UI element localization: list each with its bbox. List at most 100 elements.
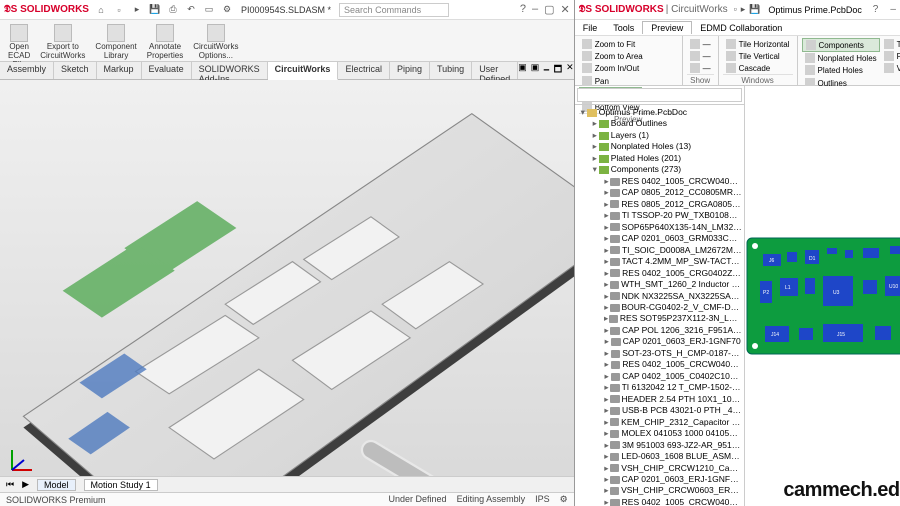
rewind-icon[interactable]: ⏮ (6, 479, 14, 490)
tree-component[interactable]: ▸LED-0603_1608 BLUE_ASMT-CH (575, 451, 744, 462)
cw-new-icon[interactable]: ▫ (734, 4, 737, 15)
tree-component[interactable]: ▸VSH_CHIP_CRCW0603_ERJ-3EK (575, 485, 744, 496)
tree-component[interactable]: ▸RES 0805_2012_CRGA0805J10K (575, 199, 744, 210)
tree-component[interactable]: ▸WTH_SMT_1260_2 Inductor (WTH (575, 279, 744, 290)
cw-tree-list[interactable]: ▾Optimus Prime.PcbDoc▸Board Outlines▸Lay… (575, 105, 744, 506)
help-icon[interactable]: ? (870, 4, 882, 15)
tree-component[interactable]: ▸SOT-23-OTS_H_CMP-0187-004 (575, 348, 744, 359)
tab-assembly[interactable]: Assembly (0, 62, 54, 79)
tree-folder-components[interactable]: ▾Components (273) (575, 164, 744, 175)
cw-tree-search-input[interactable] (577, 88, 742, 102)
bottom-tab-motion-study-1[interactable]: Motion Study 1 (84, 479, 158, 491)
tree-component[interactable]: ▸TI TSSOP-20 PW_TXB0108PWR (575, 210, 744, 221)
tree-component[interactable]: ▸HEADER 2.54 PTH 10X1_10X1 R (575, 394, 744, 405)
doc-window-btn[interactable]: 🗖 (554, 62, 563, 79)
tree-component[interactable]: ▸RES 0402_1005_CRG0402ZR 6 (575, 268, 744, 279)
maximize-icon[interactable]: ▢ (544, 3, 554, 16)
ribbon-tile-vertical[interactable]: Tile Vertical (723, 50, 793, 62)
tab-tubing[interactable]: Tubing (430, 62, 472, 79)
tree-component[interactable]: ▸NDK NX3225SA_NX3225SA-12C (575, 291, 744, 302)
tree-folder-nonplated[interactable]: ▸Nonplated Holes (13) (575, 141, 744, 152)
tree-component[interactable]: ▸CAP 0402_1005_C0402C104K9 (575, 371, 744, 382)
tree-component[interactable]: ▸MOLEX 041053 1000 041053 100 (575, 428, 744, 439)
menu-preview[interactable]: Preview (642, 21, 692, 34)
tab-electrical[interactable]: Electrical (338, 62, 390, 79)
tree-component[interactable]: ▸KEM_CHIP_2312_Capacitor (KEM (575, 417, 744, 428)
minimize-icon[interactable]: – (532, 3, 538, 16)
cw-open-icon[interactable]: ▸ (741, 4, 746, 15)
ribbon-zoom-to-fit[interactable]: Zoom to Fit (579, 38, 646, 50)
tree-component[interactable]: ▸TI_SOIC_D0008A_LM2672MX-A (575, 245, 744, 256)
tab-evaluate[interactable]: Evaluate (142, 62, 192, 79)
tree-component[interactable]: ▸CAP POL 1206_3216_F951A226 (575, 325, 744, 336)
status-units[interactable]: IPS (535, 494, 550, 505)
tree-component[interactable]: ▸RES 0402_1005_CRCW040220 (575, 359, 744, 370)
new-icon[interactable]: ▫ (113, 4, 125, 16)
tree-component[interactable]: ▸BOUR-CG0402-2_V_CMF-DS944 (575, 302, 744, 313)
ribbon-cascade[interactable]: Cascade (723, 62, 793, 74)
tree-folder-board[interactable]: ▸Board Outlines (575, 118, 744, 129)
cw-2d-preview[interactable]: J6D1J17 P2L1U3 U10J18J20 J14J15J8 (745, 86, 900, 506)
undo-icon[interactable]: ↶ (185, 4, 197, 16)
tree-component[interactable]: ▸CAP 0201_0603_ERJ-1GNF70 (575, 336, 744, 347)
cw-save-icon[interactable]: 💾 (749, 4, 760, 15)
tree-component[interactable]: ▸RES 0402_1005_CRCW040210K (575, 176, 744, 187)
save-icon[interactable]: 💾 (149, 4, 161, 16)
tree-component[interactable]: ▸TACT 4.2MM_MP_SW-TACT-4.24 (575, 256, 744, 267)
bottom-tab-model[interactable]: Model (37, 479, 76, 491)
doc-window-btn[interactable]: ▣ (518, 62, 527, 79)
print-icon[interactable]: ⎙ (167, 4, 179, 16)
tab-solidworks-add-ins[interactable]: SOLIDWORKS Add-Ins (192, 62, 268, 79)
play-icon[interactable]: ▶ (22, 479, 29, 490)
ribbon-tile-horizontal[interactable]: Tile Horizontal (723, 38, 793, 50)
tree-folder-layers[interactable]: ▸Layers (1) (575, 130, 744, 141)
doc-window-btn[interactable]: ▣ (531, 62, 540, 79)
sw-3d-viewport[interactable]: ⏮▶ModelMotion Study 1 SOLIDWORKS Premium… (0, 80, 574, 506)
tree-component[interactable]: ▸RES 0402_1005_CRCW040210K (575, 497, 744, 506)
tree-component[interactable]: ▸CAP 0201_0603_GRM033C71AS (575, 233, 744, 244)
select-icon[interactable]: ▭ (203, 4, 215, 16)
tree-component[interactable]: ▸VSH_CHIP_CRCW1210_Capacite (575, 463, 744, 474)
settings-icon[interactable]: ⚙ (221, 4, 233, 16)
open-icon[interactable]: ▸ (131, 4, 143, 16)
tree-component[interactable]: ▸RES SOT95P237X112-3N_LM404203 (575, 313, 744, 324)
menu-edmd-collaboration[interactable]: EDMD Collaboration (692, 22, 790, 34)
doc-window-btn[interactable]: ✕ (566, 62, 574, 79)
home-icon[interactable]: ⌂ (95, 4, 107, 16)
tree-component[interactable]: ▸CAP 0201_0603_ERJ-1GNF07K0 (575, 474, 744, 485)
ribbon-cmd-annotate[interactable]: AnnotateProperties (143, 22, 187, 63)
ribbon-zoom-to-area[interactable]: Zoom to Area (579, 50, 646, 62)
tree-component[interactable]: ▸3M 951003 693-JZ2-AR_951003 (575, 440, 744, 451)
ribbon-zoom-in/out[interactable]: Zoom In/Out (579, 62, 646, 74)
tree-component[interactable]: ▸USB-B PCB 43021-0 PTH _4302 (575, 405, 744, 416)
ribbon-cmd-export-to[interactable]: Export toCircuitWorks (36, 22, 89, 63)
tree-folder-plated[interactable]: ▸Plated Holes (201) (575, 153, 744, 164)
doc-window-btn[interactable]: 🗕 (543, 62, 549, 79)
tab-user-defined-route[interactable]: User Defined Route (472, 62, 518, 79)
ribbon-cmd-component[interactable]: ComponentLibrary (91, 22, 140, 63)
ribbon-nonplated-holes[interactable]: Nonplated Holes (802, 52, 880, 64)
tree-component[interactable]: ▸SOP65P640X135-14N_LM324DT (575, 222, 744, 233)
ribbon-traces[interactable]: Traces (881, 38, 900, 50)
tab-circuitworks[interactable]: CircuitWorks (268, 62, 339, 80)
ribbon-components[interactable]: Components (802, 38, 880, 52)
ribbon-pads[interactable]: Pads (881, 50, 900, 62)
view-triad[interactable] (6, 446, 36, 478)
tab-piping[interactable]: Piping (390, 62, 430, 79)
ribbon-—[interactable]: — (687, 50, 714, 62)
close-icon[interactable]: ✕ (561, 3, 570, 16)
minimize-icon[interactable]: – (887, 4, 899, 15)
ribbon-plated-holes[interactable]: Plated Holes (802, 64, 880, 76)
ribbon-—[interactable]: — (687, 38, 714, 50)
ribbon-cmd-circuitworks[interactable]: CircuitWorksOptions... (189, 22, 242, 63)
menu-tools[interactable]: Tools (605, 22, 642, 34)
help-icon[interactable]: ? (520, 3, 526, 16)
ribbon-vias[interactable]: Vias (881, 62, 900, 74)
tab-sketch[interactable]: Sketch (54, 62, 97, 79)
tab-markup[interactable]: Markup (97, 62, 142, 79)
tree-root[interactable]: ▾Optimus Prime.PcbDoc (575, 107, 744, 118)
tree-component[interactable]: ▸CAP 0805_2012_CC0805MRX7R (575, 187, 744, 198)
status-gear-icon[interactable]: ⚙ (560, 494, 568, 505)
menu-file[interactable]: File (575, 22, 606, 34)
sw-search-commands[interactable]: Search Commands (339, 3, 449, 17)
